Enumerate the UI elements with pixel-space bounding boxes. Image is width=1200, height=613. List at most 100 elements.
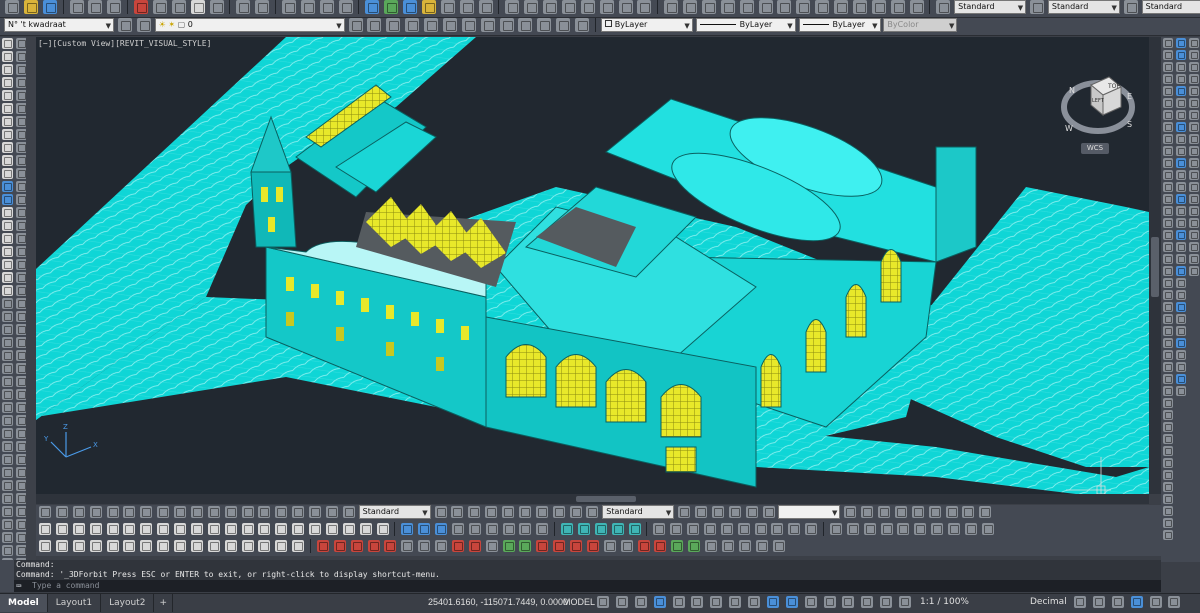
bottom-tool-3-icon[interactable] [72, 506, 85, 518]
command-prompt-icon[interactable]: ⌨ [16, 581, 21, 593]
right-tool-20-icon[interactable] [1162, 266, 1173, 276]
table-style-select[interactable]: Standard▼ [1141, 0, 1200, 14]
extend-icon[interactable] [1, 428, 13, 439]
modify-tool-25-icon[interactable] [15, 350, 27, 361]
right-tool-b27-icon[interactable] [1175, 350, 1186, 360]
right-tool-27-icon[interactable] [1162, 350, 1173, 360]
array-3d-icon[interactable] [376, 523, 389, 535]
right-tool-32-icon[interactable] [1162, 410, 1173, 420]
bottom3-tool-39-icon[interactable] [688, 540, 701, 552]
dim-style-select[interactable]: Standard ▼ [1047, 0, 1120, 14]
bottom-tool-24-icon[interactable] [502, 506, 514, 518]
bottom-tool-4-icon[interactable] [89, 506, 102, 518]
grid-toggle-icon[interactable] [597, 596, 609, 608]
right-tool-22-icon[interactable] [1162, 290, 1173, 300]
modify-tool-15-icon[interactable] [15, 220, 27, 231]
right-tool-b24-icon[interactable] [1175, 314, 1186, 324]
ucs-icon-3[interactable] [687, 523, 699, 535]
helix-icon[interactable] [157, 523, 170, 535]
visual-style-5-icon[interactable] [628, 523, 641, 535]
annotation-scale-icon[interactable] [899, 596, 911, 608]
right-tool-b3-icon[interactable] [1175, 62, 1186, 72]
solid-cone-icon[interactable] [72, 523, 85, 535]
layer-select[interactable]: ☀ ✶ ▢ 0 ▼ [154, 18, 345, 32]
right-tool-c10-icon[interactable] [1188, 146, 1199, 156]
bottom-tool-31-icon[interactable] [695, 506, 707, 518]
isodraft-toggle-icon[interactable] [672, 596, 685, 608]
modify-tool-12-icon[interactable] [15, 181, 27, 192]
bottom3-tool-21-icon[interactable] [384, 540, 397, 552]
right-tool-b4-icon[interactable] [1175, 74, 1186, 84]
modify-tool-30-icon[interactable] [15, 415, 27, 426]
annotation-visibility-icon[interactable] [861, 596, 874, 608]
color-select[interactable]: ByLayer ▼ [600, 18, 693, 32]
circle-icon[interactable] [1, 116, 13, 127]
view-back-icon[interactable] [914, 523, 927, 535]
bottom-tool-30-icon[interactable] [678, 506, 691, 518]
match-properties-icon[interactable] [190, 0, 205, 14]
left-toolbar-handle[interactable] [26, 37, 36, 590]
align-3d-icon[interactable] [359, 523, 372, 535]
right-tool-b25-icon[interactable] [1175, 326, 1186, 336]
annotation-scale[interactable]: 1:1 / 100% [920, 597, 969, 607]
layer-lock-tool-icon[interactable] [461, 18, 476, 32]
right-tool-17-icon[interactable] [1162, 230, 1173, 240]
modify-tool-24-icon[interactable] [15, 337, 27, 348]
bottom-tool-7-icon[interactable] [140, 506, 153, 518]
bottom-tool-34-icon[interactable] [745, 506, 758, 518]
fly-icon[interactable] [502, 523, 515, 535]
break-icon[interactable] [1, 441, 13, 452]
bottom-tool-11-icon[interactable] [207, 506, 220, 518]
bottom3-tool-13-icon[interactable] [241, 540, 254, 552]
undo-icon[interactable] [236, 0, 251, 14]
lock-ui-icon[interactable] [1092, 596, 1105, 608]
offset-icon[interactable] [1, 337, 13, 348]
bottom-tool-6-icon[interactable] [123, 506, 136, 518]
bottom3-tool-26-icon[interactable] [468, 540, 481, 552]
move-icon[interactable] [1, 363, 13, 374]
right-tool-b1-icon[interactable] [1175, 38, 1186, 48]
bottom-tool-13-icon[interactable] [241, 506, 254, 518]
plot-preview-icon[interactable] [88, 0, 103, 14]
cut-icon[interactable] [134, 0, 148, 14]
zoom-3d-icon[interactable] [519, 523, 532, 535]
bottom3-tool-35-icon[interactable] [620, 540, 633, 552]
zoom-previous-icon[interactable] [338, 0, 353, 14]
pan-3d-icon[interactable] [536, 523, 549, 535]
bottom3-tool-25-icon[interactable] [451, 540, 464, 552]
right-tool-b2-icon[interactable] [1175, 50, 1186, 60]
bottom3-tool-8-icon[interactable] [157, 540, 170, 552]
view-ne-iso-icon[interactable] [964, 523, 977, 535]
right-tool-b13-icon[interactable] [1175, 182, 1186, 192]
bottom3-tool-4-icon[interactable] [89, 540, 102, 552]
view-tool-1-icon[interactable] [664, 0, 679, 14]
command-input[interactable]: ⌨ Type a command [14, 580, 1161, 592]
modify-tool-3-icon[interactable] [15, 64, 27, 75]
right-tool-21-icon[interactable] [1162, 278, 1173, 288]
ucs-icon-6[interactable] [737, 523, 750, 535]
right-tool-11-icon[interactable] [1162, 158, 1173, 168]
open-file-icon[interactable] [23, 0, 38, 14]
view-bottom-icon[interactable] [846, 523, 859, 535]
modify-tool-14-icon[interactable] [15, 207, 27, 218]
bottom3-tool-37-icon[interactable] [654, 540, 667, 552]
right-tool-2-icon[interactable] [1162, 50, 1173, 60]
3d-osnap-icon[interactable] [785, 596, 798, 608]
bottom3-tool-28-icon[interactable] [502, 540, 515, 552]
bottom-tool-26-icon[interactable] [535, 506, 548, 518]
layer-previous-icon[interactable] [367, 18, 382, 32]
modify-tool-40-icon[interactable] [15, 545, 27, 556]
right-tool-12-icon[interactable] [1162, 170, 1173, 180]
walk-icon[interactable] [485, 523, 498, 535]
region-icon[interactable] [1, 246, 13, 257]
view-tool-14-icon[interactable] [909, 0, 924, 14]
bottom-style-select-2[interactable]: Standard ▼ [602, 505, 675, 519]
ucs-icon-4[interactable] [703, 523, 716, 535]
solid-wedge-icon[interactable] [55, 523, 68, 535]
modify-tool-11-icon[interactable] [15, 168, 27, 179]
markup-icon[interactable] [440, 0, 455, 14]
bottom-tool-19-icon[interactable] [342, 506, 355, 518]
adjust-distance-icon[interactable] [451, 523, 464, 535]
ellipse-arc-icon[interactable] [1, 168, 13, 179]
bottom3-tool-44-icon[interactable] [772, 540, 785, 552]
